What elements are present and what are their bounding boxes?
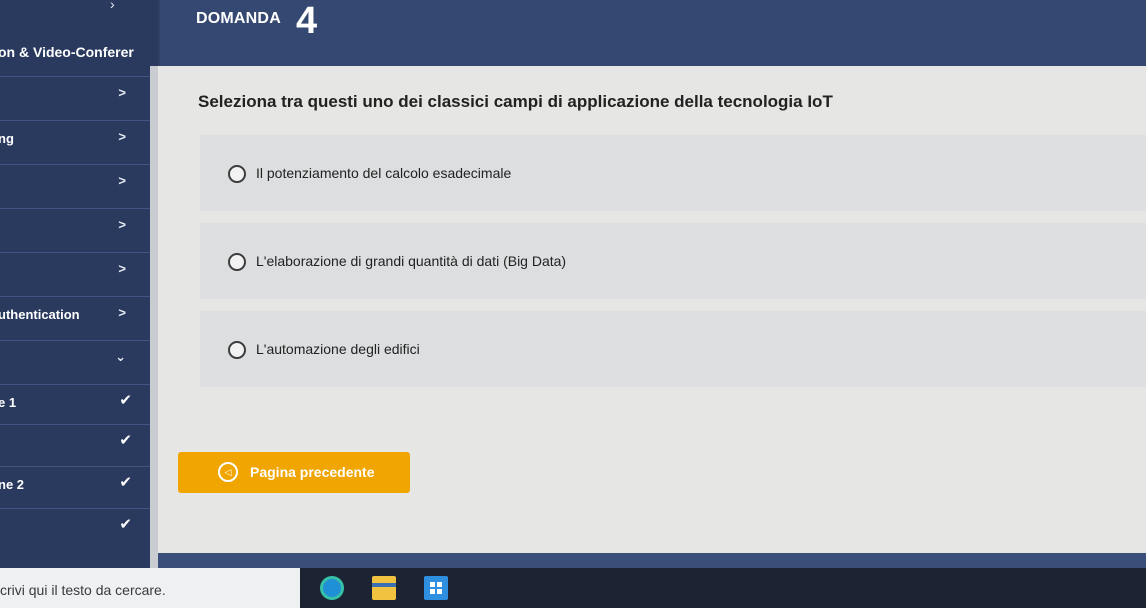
chevron-down-icon: ⌄ bbox=[115, 349, 126, 364]
sidebar-item-completed[interactable]: ✔ bbox=[0, 424, 150, 466]
chevron-right-icon: > bbox=[118, 305, 126, 320]
sidebar-section-title[interactable]: on & Video-Conferer bbox=[0, 44, 158, 60]
previous-page-button[interactable]: ◁ Pagina precedente bbox=[178, 452, 410, 493]
radio-button[interactable] bbox=[228, 341, 246, 359]
check-icon: ✔ bbox=[119, 432, 132, 449]
sidebar-item[interactable]: > bbox=[0, 164, 150, 208]
sidebar-item[interactable]: ng > bbox=[0, 120, 150, 164]
footer-strip bbox=[158, 553, 1146, 568]
taskbar-search-input[interactable]: crivi qui il testo da cercare. bbox=[0, 568, 300, 608]
sidebar-divider bbox=[150, 66, 158, 568]
arrow-left-icon: ◁ bbox=[218, 462, 238, 482]
sidebar-item[interactable]: > bbox=[0, 76, 150, 120]
question-label: DOMANDA bbox=[196, 10, 281, 27]
course-sidebar: › on & Video-Conferer > ng > > > > uthen… bbox=[0, 0, 158, 568]
chevron-right-icon: > bbox=[118, 129, 126, 144]
sidebar-item[interactable]: > bbox=[0, 208, 150, 252]
file-explorer-icon[interactable] bbox=[372, 576, 396, 600]
answer-option-label[interactable]: L'automazione degli edifici bbox=[256, 341, 420, 357]
sidebar-item-completed[interactable]: ✔ bbox=[0, 508, 150, 550]
question-number: 4 bbox=[296, 0, 318, 42]
sidebar-item-label: ne 2 bbox=[0, 477, 25, 492]
check-icon: ✔ bbox=[119, 474, 132, 491]
edge-browser-icon[interactable] bbox=[320, 576, 344, 600]
sidebar-item-label: uthentication bbox=[0, 307, 80, 322]
check-icon: ✔ bbox=[119, 516, 132, 533]
radio-button[interactable] bbox=[228, 165, 246, 183]
question-panel: Seleziona tra questi uno dei classici ca… bbox=[158, 66, 1146, 553]
answer-option[interactable]: L'elaborazione di grandi quantità di dat… bbox=[200, 223, 1146, 299]
chevron-right-icon: > bbox=[118, 85, 126, 100]
search-placeholder: crivi qui il testo da cercare. bbox=[0, 582, 166, 598]
answer-option[interactable]: Il potenziamento del calcolo esadecimale bbox=[200, 135, 1146, 211]
chevron-right-icon: > bbox=[118, 261, 126, 276]
answer-option-label[interactable]: Il potenziamento del calcolo esadecimale bbox=[256, 165, 511, 181]
answer-option-label[interactable]: L'elaborazione di grandi quantità di dat… bbox=[256, 253, 566, 269]
question-header: DOMANDA 4 bbox=[160, 0, 1146, 66]
previous-page-label: Pagina precedente bbox=[250, 464, 375, 480]
sidebar-item-completed[interactable]: e 1 ✔ bbox=[0, 384, 150, 424]
chevron-right-icon: > bbox=[118, 173, 126, 188]
question-text: Seleziona tra questi uno dei classici ca… bbox=[198, 92, 833, 111]
sidebar-item-label: ng bbox=[0, 131, 14, 146]
sidebar-item[interactable]: > bbox=[0, 252, 150, 296]
sidebar-item[interactable]: ⌄ bbox=[0, 340, 150, 384]
sidebar-item-label: e 1 bbox=[0, 395, 17, 410]
chevron-right-icon[interactable]: › bbox=[110, 0, 115, 12]
sidebar-item-authentication[interactable]: uthentication > bbox=[0, 296, 150, 340]
check-icon: ✔ bbox=[119, 392, 132, 409]
chevron-right-icon: > bbox=[118, 217, 126, 232]
store-icon[interactable] bbox=[424, 576, 448, 600]
sidebar-item-completed[interactable]: ne 2 ✔ bbox=[0, 466, 150, 508]
taskbar: crivi qui il testo da cercare. bbox=[0, 568, 1146, 608]
answer-option[interactable]: L'automazione degli edifici bbox=[200, 311, 1146, 387]
radio-button[interactable] bbox=[228, 253, 246, 271]
